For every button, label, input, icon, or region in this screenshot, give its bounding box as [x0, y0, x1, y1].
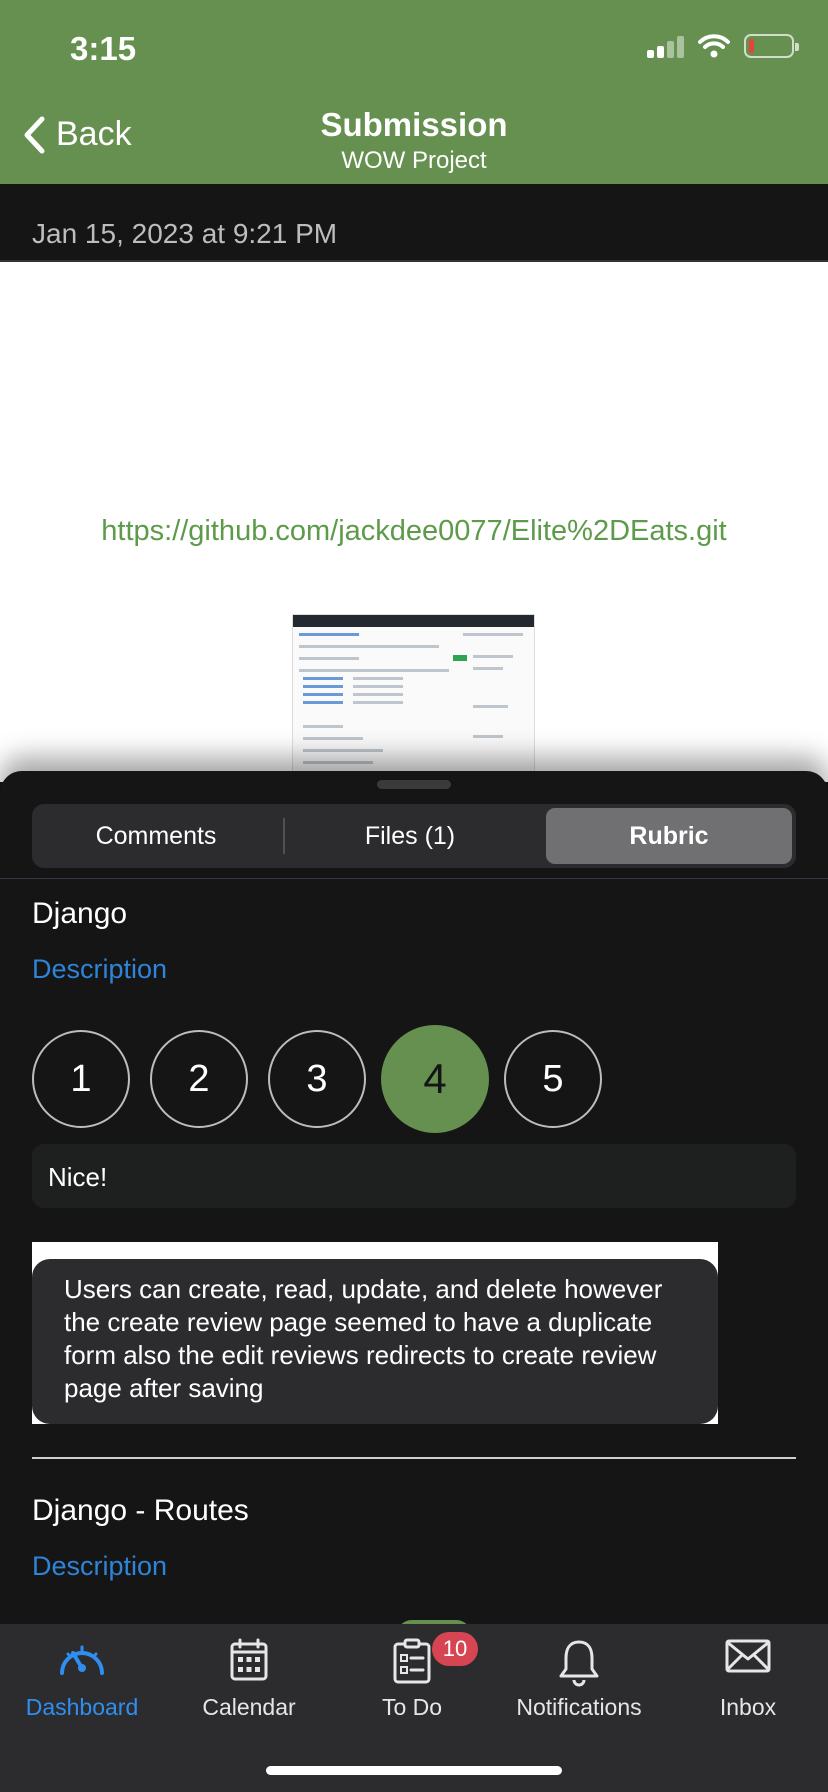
tab-dashboard[interactable]: Dashboard [0, 1624, 164, 1734]
tab-inbox-label: Inbox [719, 1694, 777, 1720]
cellular-signal-icon [647, 34, 684, 58]
tab-notifications[interactable]: Notifications [490, 1624, 668, 1734]
segment-divider [283, 818, 285, 854]
wifi-icon [698, 34, 730, 58]
feedback-container: Users can create, read, update, and dele… [32, 1242, 718, 1424]
status-time: 3:15 [70, 30, 137, 67]
todo-icon [393, 1638, 431, 1684]
repository-screenshot-thumbnail[interactable] [292, 614, 535, 782]
screen: 3:15 Back Submission WOW Project Jan 15,… [0, 0, 828, 1792]
envelope-icon [725, 1639, 771, 1673]
submission-date: Jan 15, 2023 at 9:21 PM [32, 218, 338, 249]
submission-content: https://github.com/jackdee0077/Elite%2DE… [0, 262, 828, 782]
todo-count-badge: 10 [432, 1632, 478, 1666]
nav-header: 3:15 Back Submission WOW Project [0, 0, 828, 184]
tab-comments[interactable]: Comments [36, 808, 276, 864]
calendar-icon [230, 1638, 268, 1681]
tab-calendar[interactable]: Calendar [164, 1624, 334, 1734]
dashboard-icon [60, 1645, 104, 1675]
rating-3[interactable]: 3 [268, 1030, 366, 1128]
feedback-comment: Users can create, read, update, and dele… [32, 1259, 718, 1424]
rating-5[interactable]: 5 [504, 1030, 602, 1128]
rating-2[interactable]: 2 [150, 1030, 248, 1128]
tab-todo-label: To Do [381, 1694, 443, 1720]
page-subtitle: WOW Project [341, 147, 487, 174]
criterion-description-link[interactable]: Description [32, 1551, 167, 1582]
submission-date-bar: Jan 15, 2023 at 9:21 PM [0, 184, 828, 262]
tab-calendar-label: Calendar [202, 1694, 296, 1720]
rating-comment-text: Nice! [48, 1162, 108, 1192]
home-indicator[interactable] [266, 1766, 562, 1775]
segmented-control: Comments Files (1) Rubric [32, 804, 796, 868]
criterion-title: Django - Routes [32, 1494, 249, 1527]
criterion-title: Django [32, 897, 128, 930]
rating-1[interactable]: 1 [32, 1030, 130, 1128]
rating-comment-field[interactable]: Nice! [32, 1144, 796, 1208]
repository-link[interactable]: https://github.com/jackdee0077/Elite%2DE… [0, 515, 828, 548]
tab-rubric[interactable]: Rubric [546, 808, 792, 864]
divider [0, 878, 828, 879]
criterion-description-link[interactable]: Description [32, 954, 167, 985]
tab-inbox[interactable]: Inbox [668, 1624, 828, 1734]
battery-icon [744, 34, 799, 58]
tab-dashboard-label: Dashboard [25, 1694, 139, 1720]
page-title: Submission [320, 106, 508, 143]
status-icons [647, 34, 799, 58]
rating-4-selected[interactable]: 4 [381, 1025, 489, 1133]
tab-files[interactable]: Files (1) [290, 808, 530, 864]
sheet-grabber[interactable] [377, 780, 451, 789]
bell-icon [559, 1640, 599, 1687]
criterion-divider [32, 1457, 796, 1459]
tab-notifications-label: Notifications [516, 1694, 642, 1720]
